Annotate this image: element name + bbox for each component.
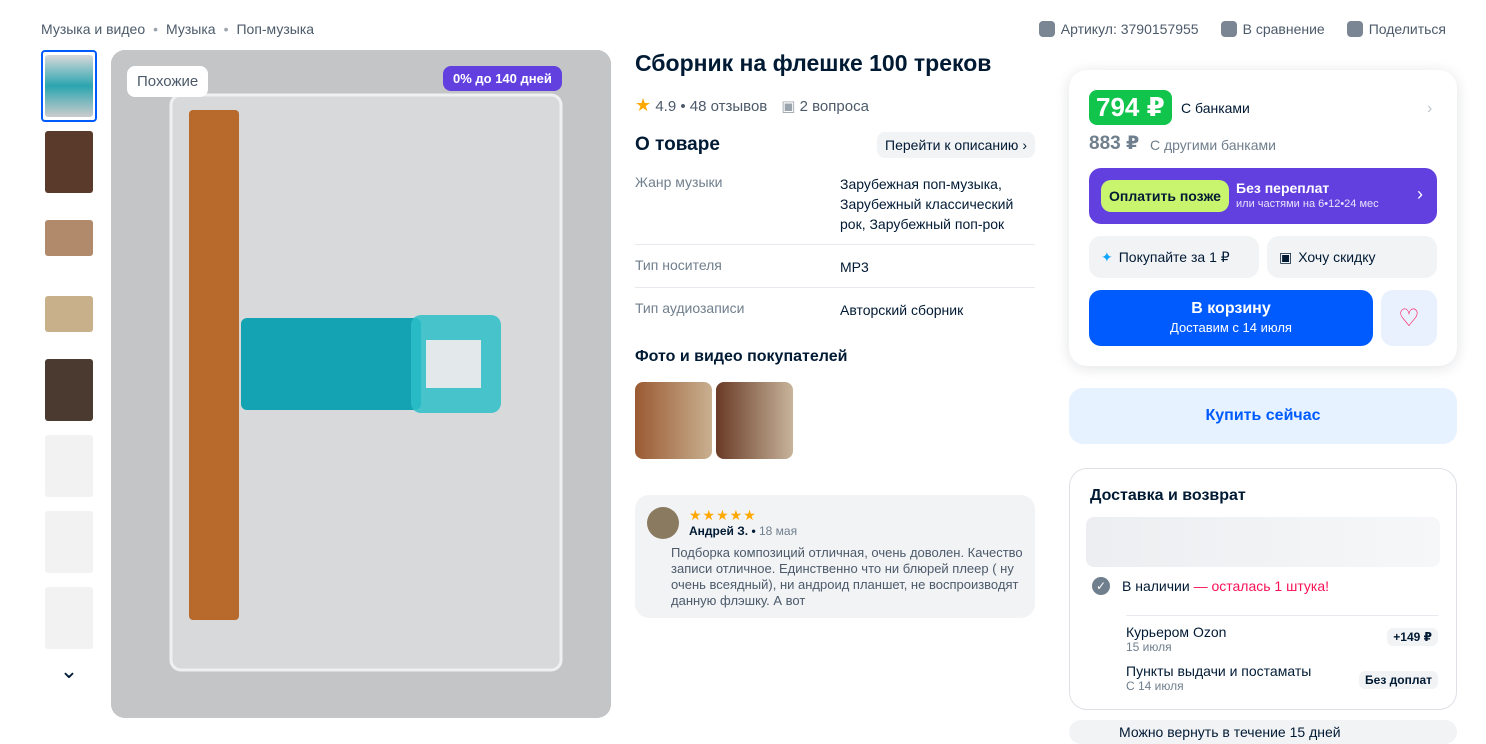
cart-sublabel: Доставим с 14 июля	[1170, 320, 1292, 335]
share-link[interactable]: Поделиться	[1346, 21, 1446, 37]
availability: ✓ В наличии — осталась 1 штука!	[1092, 577, 1329, 595]
copy-icon	[1038, 21, 1055, 37]
product-image[interactable]	[111, 50, 611, 718]
questions-link[interactable]: ▣ 2 вопроса	[781, 97, 869, 115]
spec-value: MP3	[840, 259, 869, 275]
customer-photos-title: Фото и видео покупателей	[635, 348, 848, 365]
sparkle-icon: ✦	[1101, 248, 1113, 265]
parts-text: или частями на 6•12•24 мес	[1236, 198, 1379, 210]
spec-key: Жанр музыки	[635, 174, 723, 190]
thumbnail[interactable]	[41, 506, 97, 578]
chevron-down-icon[interactable]: ⌄	[41, 658, 97, 684]
spec-key: Тип аудиозаписи	[635, 300, 745, 316]
spec-value[interactable]: Зарубежная поп-музыка, Зарубежный класси…	[840, 174, 1035, 234]
about-header: О товаре Перейти к описанию ›	[635, 132, 1035, 158]
no-overpay-text: Без переплат	[1236, 180, 1330, 196]
questions-text: 2 вопроса	[799, 97, 869, 115]
product-title: Сборник на флешке 100 треков	[635, 50, 992, 76]
author-name: Андрей З.	[689, 524, 749, 538]
thumbnail[interactable]	[41, 354, 97, 426]
customer-photo[interactable]	[635, 382, 712, 459]
want-discount-button[interactable]: ▣ Хочу скидку	[1267, 236, 1437, 278]
share-text: Поделиться	[1368, 21, 1446, 37]
thumbnail-list: ⌄	[41, 50, 97, 684]
spec-row: Жанр музыки Зарубежная поп-музыка, Зарубе…	[635, 168, 1035, 245]
blurred-area	[1086, 517, 1440, 567]
left-text: — осталась 1 штука!	[1193, 578, 1330, 594]
goto-description-button[interactable]: Перейти к описанию ›	[877, 132, 1035, 158]
breadcrumb: Музыка и видео • Музыка • Поп-музыка	[41, 21, 315, 37]
review-author: Андрей З. • 18 мая	[689, 524, 798, 538]
pickup-option[interactable]: Пункты выдачи и постаматы С 14 июля Без …	[1126, 663, 1438, 693]
buy-card: 794 ₽ С банками › 883 ₽ С другими банкам…	[1069, 70, 1457, 366]
review-card[interactable]: ★★★★★ Андрей З. • 18 мая Подборка композ…	[635, 495, 1035, 618]
old-price: 883 ₽	[1089, 133, 1140, 154]
installment-badge[interactable]: 0% до 140 дней	[443, 66, 562, 91]
review-header: ★★★★★ Андрей З. • 18 мая	[647, 507, 1023, 539]
pickup-price: Без доплат	[1359, 671, 1438, 689]
add-to-cart-button[interactable]: В корзину Доставим с 14 июля	[1089, 290, 1373, 346]
spec-row: Тип аудиозаписи Авторский сборник	[635, 288, 1035, 330]
courier-option[interactable]: Курьером Ozon 15 июля +149 ₽	[1126, 615, 1438, 654]
want-discount-label: Хочу скидку	[1298, 249, 1376, 265]
favorite-heart-icon[interactable]: ♡	[1381, 290, 1437, 346]
review-date: 18 мая	[758, 524, 798, 538]
review-stars: ★★★★★	[689, 507, 757, 523]
review-text: Подборка композиций отличная, очень дово…	[671, 545, 1023, 608]
goto-description-label: Перейти к описанию	[885, 137, 1019, 153]
spec-row: Тип носителя MP3	[635, 245, 1035, 288]
thumbnail[interactable]	[41, 430, 97, 502]
thumbnail[interactable]	[41, 50, 97, 122]
check-icon: ✓	[1092, 577, 1110, 595]
compare-icon	[1220, 21, 1237, 37]
similar-button[interactable]: Похожие	[127, 66, 209, 97]
compare-text: В сравнение	[1242, 21, 1325, 37]
cart-label: В корзину	[1191, 300, 1271, 317]
rating-text: 4.9 • 48 отзывов	[655, 98, 768, 115]
rating-link[interactable]: ★ 4.9 • 48 отзывов	[635, 95, 767, 116]
compare-link[interactable]: В сравнение	[1220, 21, 1325, 37]
article-link[interactable]: Артикул: 3790157955	[1038, 21, 1199, 37]
thumbnail[interactable]	[41, 202, 97, 274]
discount-icon: ▣	[1279, 248, 1293, 265]
chevron-right-icon[interactable]: ›	[1427, 100, 1432, 118]
pay-later-button[interactable]: Оплатить позже	[1101, 180, 1229, 212]
chevron-right-icon: ›	[1417, 184, 1423, 204]
buy-for-1-button[interactable]: ✦ Покупайте за 1 ₽	[1089, 236, 1259, 278]
rating-row: ★ 4.9 • 48 отзывов ▣ 2 вопроса	[635, 95, 869, 116]
share-icon	[1346, 21, 1363, 37]
buy-now-button[interactable]: Купить сейчас	[1069, 388, 1457, 444]
article-text: Артикул: 3790157955	[1060, 21, 1199, 37]
pay-later-banner[interactable]: Оплатить позже Без переплат или частями …	[1089, 168, 1437, 224]
thumbnail[interactable]	[41, 278, 97, 350]
delivery-card: Доставка и возврат ✓ В наличии — осталась…	[1069, 468, 1457, 710]
star-icon: ★	[635, 95, 652, 115]
courier-price: +149 ₽	[1387, 628, 1438, 646]
avatar	[647, 507, 679, 539]
breadcrumb-item[interactable]: Поп-музыка	[236, 21, 314, 37]
thumbnail[interactable]	[41, 126, 97, 198]
thumbnail[interactable]	[41, 582, 97, 654]
price-badge: 794 ₽	[1089, 90, 1172, 125]
product-photo	[111, 50, 611, 718]
spec-list: Жанр музыки Зарубежная поп-музыка, Зарубе…	[635, 168, 1035, 330]
spec-value: Авторский сборник	[840, 302, 964, 318]
available-text: В наличии	[1122, 578, 1190, 594]
other-banks-label: С другими банками	[1150, 137, 1276, 153]
delivery-title: Доставка и возврат	[1090, 487, 1246, 504]
breadcrumb-item[interactable]: Музыка и видео	[41, 21, 145, 37]
return-policy[interactable]: Можно вернуть в течение 15 дней	[1069, 720, 1457, 744]
customer-photo[interactable]	[716, 382, 793, 459]
with-banks-label[interactable]: С банками	[1181, 100, 1250, 116]
about-title: О товаре	[635, 134, 720, 155]
spec-key: Тип носителя	[635, 257, 722, 273]
breadcrumb-item[interactable]: Музыка	[166, 21, 216, 37]
buy-for-1-label: Покупайте за 1 ₽	[1118, 248, 1230, 265]
question-icon: ▣	[781, 97, 796, 115]
top-links: Артикул: 3790157955 В сравнение Поделить…	[1038, 21, 1446, 37]
